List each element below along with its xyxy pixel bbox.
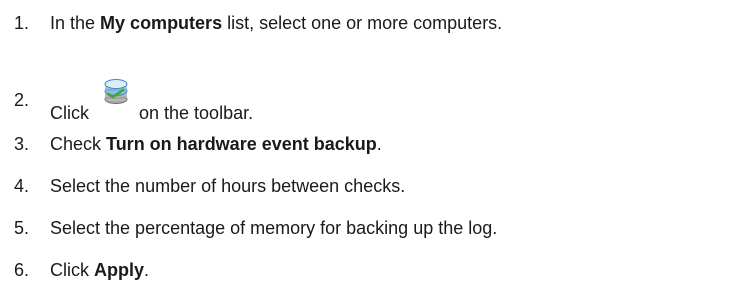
step-text: Click on the toolbar. <box>50 79 254 126</box>
ui-term-turn-on-hardware-event-backup: Turn on hardware event backup <box>106 134 377 154</box>
step-text-before: Click <box>50 103 89 123</box>
step-text-before: Click <box>50 260 94 280</box>
step-text: Click Apply. <box>50 257 149 283</box>
step-number: 2. <box>14 90 30 110</box>
step-number: 6. <box>14 260 30 280</box>
step-number: 1. <box>14 13 30 33</box>
step-text: Select the percentage of memory for back… <box>50 218 498 238</box>
step-text: Select the number of hours between check… <box>50 176 406 196</box>
step-text-before: Check <box>50 134 107 154</box>
step-text-after: list, select one or more computers. <box>222 13 503 33</box>
step-text-after: on the toolbar. <box>139 103 254 123</box>
hardware-event-backup-toolbar-icon <box>99 73 133 107</box>
step-text: In the My computers list, select one or … <box>50 10 502 36</box>
step-text: Check Turn on hardware event backup. <box>50 131 382 157</box>
instruction-steps: 1. In the My computers list, select one … <box>0 0 729 295</box>
step-number: 3. <box>14 134 30 154</box>
step-number: 5. <box>14 218 30 238</box>
ui-term-my-computers: My computers <box>100 13 223 33</box>
ui-term-apply: Apply <box>94 260 145 280</box>
step-text-after: . <box>144 260 150 280</box>
step-number: 4. <box>14 176 30 196</box>
step-text-before: In the <box>50 13 101 33</box>
step-text-after: . <box>376 134 382 154</box>
